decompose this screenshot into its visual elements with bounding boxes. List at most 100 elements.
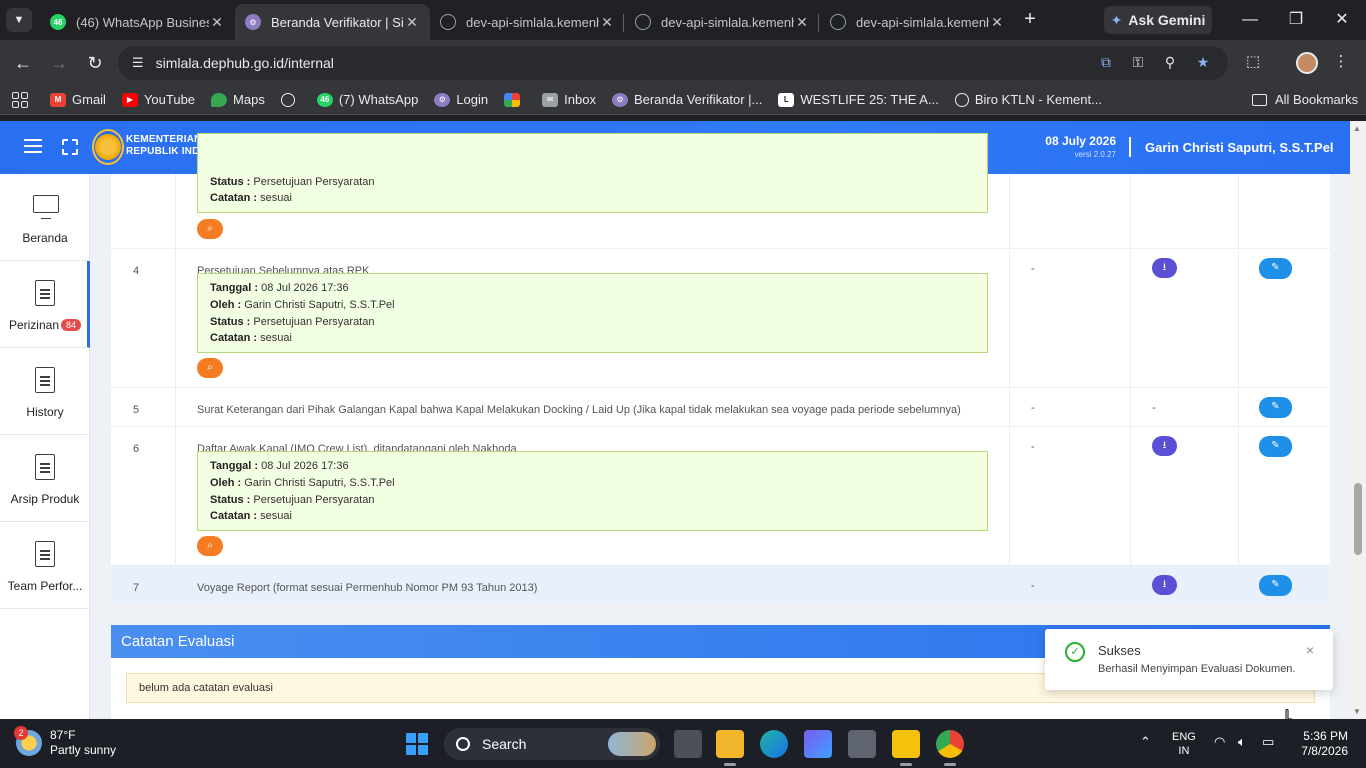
wifi-icon[interactable]: ◠	[1214, 734, 1225, 750]
close-window-button[interactable]: ✕	[1330, 8, 1354, 32]
bookmark-youtube[interactable]: ▶ YouTube	[121, 92, 195, 107]
hamburger-menu-icon[interactable]	[24, 139, 42, 153]
camera-icon[interactable]	[848, 730, 876, 758]
back-button[interactable]: ←	[10, 50, 36, 76]
chrome-icon[interactable]	[936, 730, 964, 766]
extensions-icon[interactable]: ⬚	[1242, 52, 1264, 74]
region-code: IN	[1178, 745, 1190, 757]
scrollbar-thumb[interactable]	[1354, 483, 1362, 555]
tab-title: dev-api-simlala.kemenh	[856, 14, 989, 30]
sidebar-item-team-performance[interactable]: Team Perfor...	[0, 522, 90, 609]
edit-button[interactable]: ✎	[1259, 436, 1292, 457]
scroll-down-icon[interactable]: ▼	[1353, 707, 1361, 716]
tab-title: (46) WhatsApp Business	[76, 14, 209, 30]
all-bookmarks-button[interactable]: All Bookmarks	[1252, 92, 1358, 107]
taskbar-search[interactable]: Search	[444, 728, 660, 760]
edit-button[interactable]: ✎	[1259, 397, 1292, 418]
bookmark-pinwheel[interactable]	[504, 92, 526, 107]
install-app-icon[interactable]: ⧉	[1096, 54, 1116, 72]
close-icon[interactable]: ✕	[989, 14, 1005, 31]
scroll-up-icon[interactable]: ▲	[1353, 124, 1361, 133]
weather-widget[interactable]: 2 87°F Partly sunny	[14, 726, 117, 758]
bookmark-globe[interactable]	[280, 92, 301, 107]
kebab-menu-icon[interactable]: ⋮	[1330, 52, 1352, 74]
bookmark-inbox[interactable]: ✉ Inbox	[542, 92, 596, 107]
browser-tab-active[interactable]: ⚙ Beranda Verifikator | Si ✕	[235, 4, 430, 40]
bookmark-westlife[interactable]: L WESTLIFE 25: THE A...	[778, 92, 939, 107]
bookmark-login[interactable]: ⚙ Login	[434, 92, 488, 107]
bookmark-biro-ktln[interactable]: Biro KTLN - Kement...	[954, 92, 1102, 107]
fullscreen-icon[interactable]	[62, 139, 78, 155]
site-info-icon[interactable]: ☰	[132, 55, 144, 71]
close-icon[interactable]: ×	[1306, 642, 1314, 658]
battery-icon[interactable]: ▭	[1262, 734, 1274, 750]
show-hidden-icons-icon[interactable]: ⌃	[1140, 734, 1151, 750]
volume-icon[interactable]: 🔈︎	[1238, 734, 1246, 750]
download-button[interactable]: ⭳	[1152, 575, 1177, 595]
bookmark-label: Login	[456, 92, 489, 107]
current-date: 08 July 2026	[1045, 134, 1116, 148]
browser-tab[interactable]: 46 (46) WhatsApp Business ✕	[40, 4, 235, 40]
download-button[interactable]: ⭳	[1152, 258, 1177, 278]
browser-tab[interactable]: dev-api-simlala.kemenh ✕	[430, 4, 625, 40]
copilot-icon[interactable]	[804, 730, 832, 758]
windows-start-icon[interactable]	[406, 733, 428, 755]
task-view-icon[interactable]	[674, 730, 702, 758]
maximize-button[interactable]: ❐	[1284, 8, 1308, 32]
search-placeholder: Search	[482, 736, 527, 752]
bookmark-gmail[interactable]: M Gmail	[50, 92, 106, 107]
reload-button[interactable]: ↻	[82, 50, 108, 76]
sidebar-item-perizinan[interactable]: Perizinan 84	[0, 261, 90, 348]
bookmark-beranda-verifikator[interactable]: ⚙ Beranda Verifikator |...	[611, 92, 762, 107]
language-indicator[interactable]: ENG IN	[1172, 730, 1196, 758]
user-name[interactable]: Garin Christi Saputri, S.S.T.Pel	[1145, 140, 1334, 155]
tab-separator	[818, 14, 819, 32]
table-row-highlighted: 7 Voyage Report (format sesuai Permenhub…	[111, 566, 1330, 605]
profile-avatar[interactable]	[1296, 52, 1318, 74]
view-detail-button[interactable]: ⌕	[197, 358, 223, 378]
sidebar-item-beranda[interactable]: Beranda	[0, 174, 90, 261]
password-key-icon[interactable]: ⚿	[1128, 54, 1148, 72]
close-icon[interactable]: ✕	[209, 14, 225, 31]
edge-icon[interactable]	[760, 730, 788, 758]
system-clock[interactable]: 5:36 PM 7/8/2026	[1296, 729, 1348, 759]
download-button[interactable]: ⭳	[1152, 436, 1177, 456]
view-detail-button[interactable]: ⌕	[197, 219, 223, 239]
bookmarks-bar: M Gmail ▶ YouTube Maps 46 (7) WhatsApp ⚙ Log…	[0, 85, 1366, 115]
bookmark-label: (7) WhatsApp	[338, 92, 419, 107]
browser-tab[interactable]: dev-api-simlala.kemenh ✕	[625, 4, 820, 40]
bookmark-whatsapp[interactable]: 46 (7) WhatsApp	[316, 92, 419, 107]
close-icon[interactable]: ✕	[404, 14, 420, 31]
edit-button[interactable]: ✎	[1259, 258, 1292, 279]
ministry-logo	[92, 129, 124, 165]
bookmark-label: Biro KTLN - Kement...	[974, 92, 1102, 107]
page-scrollbar[interactable]: ▲ ▼	[1350, 121, 1366, 719]
monitor-icon	[33, 193, 59, 221]
browser-tab[interactable]: dev-api-simlala.kemenh ✕	[820, 4, 1015, 40]
note-catatan: sesuai	[260, 510, 292, 523]
ask-gemini-button[interactable]: ✦ Ask Gemini	[1104, 6, 1212, 34]
close-icon[interactable]: ✕	[599, 14, 615, 31]
sidebar-item-arsip-produk[interactable]: Arsip Produk	[0, 435, 90, 522]
app-version: versi 2.0.27	[1074, 150, 1116, 159]
zoom-icon[interactable]: ⚲	[1160, 54, 1180, 72]
bookmark-label: Gmail	[72, 92, 106, 107]
edit-button[interactable]: ✎	[1259, 575, 1292, 596]
forward-button[interactable]: →	[46, 50, 72, 76]
close-icon[interactable]: ✕	[794, 14, 810, 31]
star-icon[interactable]: ★	[1193, 54, 1213, 72]
weather-condition: Partly sunny	[50, 743, 117, 757]
sidebar-item-history[interactable]: History	[0, 348, 90, 435]
file-explorer-icon[interactable]	[716, 730, 744, 766]
tab-search-button[interactable]: ▼	[6, 8, 32, 32]
main-content: Status : Persetujuan Persyaratan Catatan…	[111, 133, 1330, 719]
apps-grid-icon[interactable]	[12, 91, 28, 108]
folder-icon	[1252, 93, 1267, 106]
new-tab-button[interactable]: +	[1018, 8, 1042, 32]
sticky-notes-icon[interactable]	[892, 730, 920, 766]
bookmark-maps[interactable]: Maps	[211, 92, 265, 107]
address-bar[interactable]: ☰ simlala.dephub.go.id/internal	[118, 46, 1228, 80]
verification-note: Tanggal : 08 Jul 2026 17:36 Oleh : Garin…	[197, 451, 988, 531]
view-detail-button[interactable]: ⌕	[197, 536, 223, 556]
minimize-button[interactable]: —	[1238, 8, 1262, 32]
